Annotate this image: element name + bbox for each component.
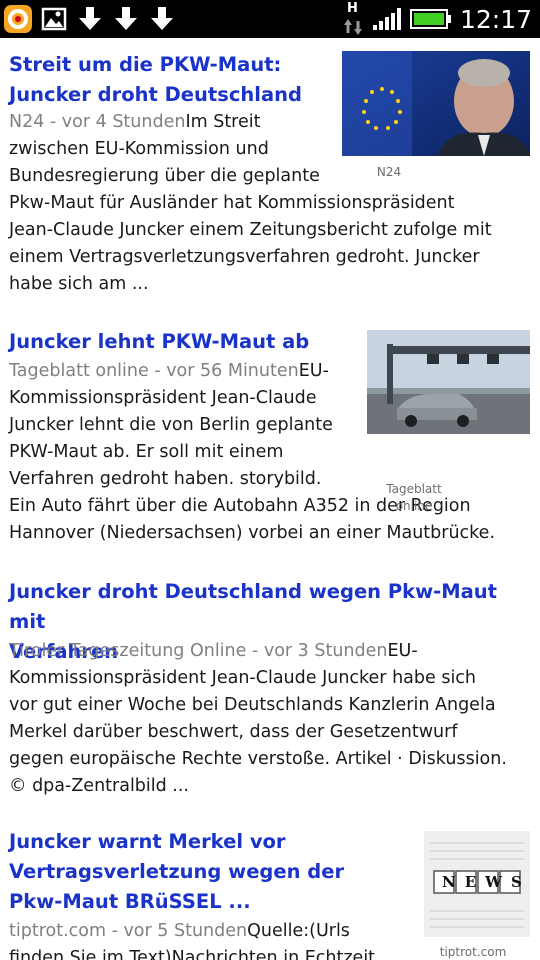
article-snippet: Pkw-Maut für Ausländer hat Kommissionspr… [9,193,455,213]
article-meta-line: N24 - vor 4 StundenIm Streit [9,109,260,136]
signal-icon [372,0,402,38]
network-type-label: H [346,1,358,16]
download-icon [74,0,106,38]
news-dice-letters: NEWS [442,873,530,891]
battery-icon [409,0,452,38]
article-meta-line: Tageblatt online - vor 56 MinutenEU- [9,358,329,385]
article-snippet: © dpa-Zentralbild ... [9,776,189,796]
article-snippet: finden Sie im Text)Nachrichten in Echtze… [9,948,376,960]
article-snippet: Hannover (Niedersachsen) vorbei an einer… [9,523,496,543]
article-snippet: Jean-Claude Juncker einem Zeitungsberich… [9,220,492,240]
article-snippet: EU- [387,641,418,661]
headline-line[interactable]: Juncker droht Deutschland wegen Pkw-Maut… [9,577,540,637]
article-source: Tiroler Tageszeitung Online - vor 3 Stun… [9,641,388,661]
article-snippet: vor gut einer Woche bei Deutschlands Kan… [9,695,496,715]
thumbnail-caption: Tageblatt online [367,481,461,515]
article-snippet: Kommissionspräsident Jean-Claude [9,388,317,408]
article-snippet: EU- [298,361,329,381]
article-snippet: habe sich am ... [9,274,149,294]
article-snippet: Quelle:(Urls [247,921,350,941]
article-headline[interactable]: Juncker warnt Merkel vor Vertragsverletz… [9,827,344,917]
article-snippet: Juncker lehnt die von Berlin geplante [9,415,333,435]
article-snippet: Merkel darüber beschwert, dass der Geset… [9,722,458,742]
download-icon [146,0,178,38]
article-source: tiptrot.com - vor 5 Stunden [9,921,248,941]
notification-icons [0,0,182,38]
article-meta-line: tiptrot.com - vor 5 StundenQuelle:(Urls [9,918,350,945]
article-headline[interactable]: Juncker lehnt PKW-Maut ab [9,327,309,357]
headline-line[interactable]: Juncker lehnt PKW-Maut ab [9,327,309,357]
caption-line: online [395,499,433,513]
article-snippet: Bundesregierung über die geplante [9,166,320,186]
notification-app-icon [2,0,34,38]
article-snippet: Im Streit [185,112,261,132]
thumbnail-caption: N24 [376,165,402,179]
article-meta-line: Tiroler Tageszeitung Online - vor 3 Stun… [9,638,418,665]
article-thumbnail[interactable] [342,51,530,156]
download-icon [110,0,142,38]
article-source: N24 - vor 4 Stunden [9,112,186,132]
thumbnail-caption: tiptrot.com [439,945,507,959]
headline-line[interactable]: Juncker droht Deutschland [9,80,302,110]
article-snippet: PKW-Maut ab. Er soll mit einem [9,442,284,462]
headline-line[interactable]: Vertragsverletzung wegen der [9,857,344,887]
headline-line[interactable]: Pkw-Maut BRüSSEL ... [9,887,344,917]
data-arrows-icon: H [343,0,366,38]
article-thumbnail[interactable]: NEWS [424,831,530,937]
image-icon [38,0,70,38]
clock: 12:17 [459,4,532,34]
headline-line[interactable]: Streit um die PKW-Maut: [9,50,302,80]
status-bar: H 12:17 [0,0,540,38]
article-snippet: gegen europäische Rechte verstoße. Artik… [9,749,507,769]
article-headline[interactable]: Streit um die PKW-Maut: Juncker droht De… [9,50,302,110]
article-snippet: einem Vertragsverletzungsverfahren gedro… [9,247,480,267]
article-source: Tageblatt online - vor 56 Minuten [9,361,299,381]
article-snippet: zwischen EU-Kommission und [9,139,269,159]
article-snippet: Kommissionspräsident Jean-Claude Juncker… [9,668,477,688]
article-thumbnail[interactable] [367,330,530,434]
headline-line[interactable]: Juncker warnt Merkel vor [9,827,344,857]
system-icons: H 12:17 [343,0,540,38]
news-dice-text: NEWS [434,871,530,893]
article-snippet: Verfahren gedroht haben. storybild. [9,469,322,489]
caption-line: Tageblatt [386,482,442,496]
